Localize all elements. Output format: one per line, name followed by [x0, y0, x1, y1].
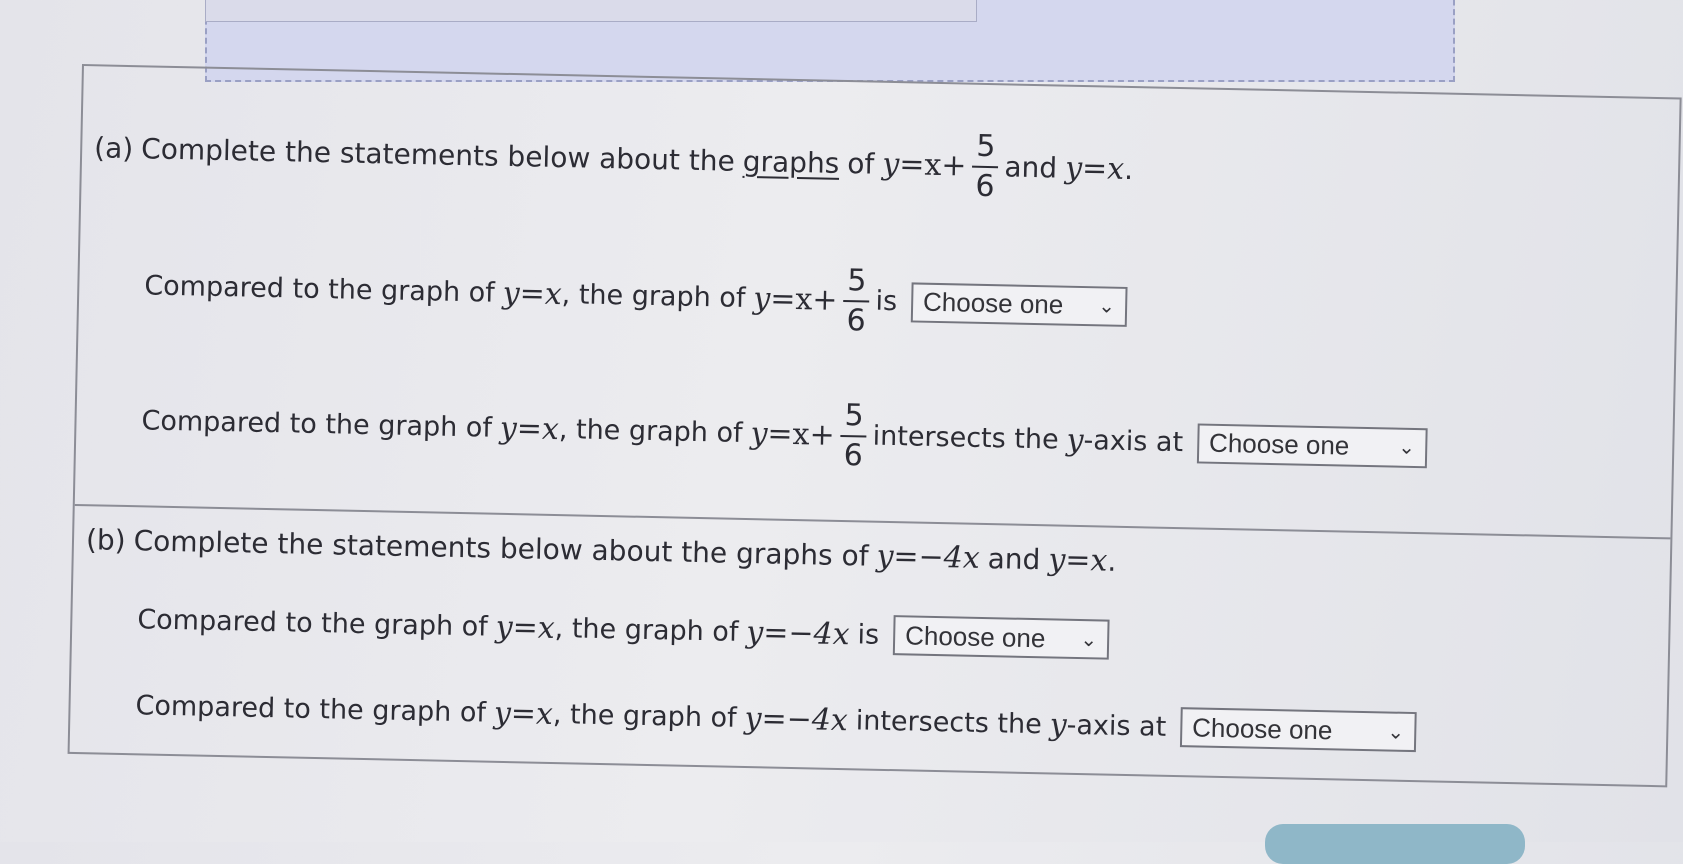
equation-lhs: y [881, 146, 900, 183]
fraction-numerator: 5 [844, 398, 865, 434]
dropdown-value: Choose one [1208, 427, 1350, 461]
statement-text: Compared to the graph of [135, 689, 487, 729]
chevron-down-icon: ⌄ [1080, 628, 1098, 651]
equation-main: y=−4x [744, 700, 849, 738]
equation-rhs: =x+ [898, 147, 967, 184]
fraction-five-sixths: 5 6 [840, 398, 867, 473]
chevron-down-icon: ⌄ [1398, 436, 1416, 459]
fraction-denominator: 6 [975, 168, 995, 204]
equation-lhs: y [750, 416, 768, 452]
statement-suffix: is [875, 285, 898, 318]
statement-text: , the graph of [558, 414, 743, 449]
part-a-section: (a) Complete the statements below about … [74, 66, 1680, 540]
chevron-down-icon: ⌄ [1387, 720, 1405, 744]
period: . [1123, 152, 1134, 187]
graphs-link[interactable]: graphs [742, 145, 839, 180]
part-a-intro-and: and [1004, 150, 1058, 185]
part-b-statement-1: Compared to the graph of y=x , the graph… [137, 599, 1110, 660]
top-panel-inner [205, 0, 977, 22]
equation-main: y=−4x [876, 538, 981, 576]
choose-one-dropdown-a1[interactable]: Choose one ⌄ [910, 281, 1128, 327]
bottom-button[interactable] [1265, 824, 1525, 864]
axis-variable: y [1049, 706, 1068, 743]
fraction-five-sixths: 5 6 [843, 263, 870, 338]
equation-rhs: =x+ [767, 416, 836, 453]
choose-one-dropdown-a2[interactable]: Choose one ⌄ [1196, 422, 1428, 468]
reference-equation: y=x [1064, 150, 1125, 187]
fraction-numerator: 5 [847, 263, 867, 299]
reference-equation: y=x [499, 410, 560, 448]
part-b-intro-text: Complete the statements below about the … [133, 524, 869, 573]
statement-text: Compared to the graph of [137, 603, 489, 643]
equation-main: y=−4x [746, 614, 850, 652]
choose-one-dropdown-b1[interactable]: Choose one ⌄ [892, 615, 1110, 660]
reference-equation: y=x [493, 695, 554, 732]
reference-equation: y=x [502, 275, 563, 313]
choose-one-dropdown-b2[interactable]: Choose one ⌄ [1179, 707, 1417, 753]
reference-equation: y=x [1048, 542, 1108, 579]
part-a-label: (a) [93, 131, 134, 166]
fraction-numerator: 5 [975, 128, 996, 165]
dropdown-value: Choose one [922, 286, 1064, 320]
part-b-label: (b) [85, 523, 127, 558]
dropdown-value: Choose one [1191, 711, 1333, 745]
axis-variable: y [1066, 422, 1084, 459]
dropdown-value: Choose one [904, 619, 1046, 653]
fraction-denominator: 6 [843, 437, 864, 473]
statement-suffix: intersects the [872, 420, 1059, 456]
fraction-denominator: 6 [846, 302, 867, 338]
equation-lhs: y [753, 281, 771, 317]
statement-text: Compared to the graph of [144, 270, 496, 309]
part-a-statement-1: Compared to the graph of y=x , the graph… [144, 250, 1128, 342]
part-a-intro: (a) Complete the statements below about … [94, 112, 1134, 205]
statement-text: , the graph of [552, 698, 737, 734]
statement-suffix: -axis at [1083, 425, 1184, 459]
statement-text: , the graph of [561, 279, 746, 314]
part-b-intro-and: and [987, 542, 1041, 577]
fraction-five-sixths: 5 6 [972, 128, 999, 204]
period: . [1107, 544, 1117, 578]
part-b-intro: (b) Complete the statements below about … [86, 522, 1117, 579]
part-a-intro-of: of [847, 147, 875, 181]
statement-suffix: -axis at [1066, 709, 1167, 743]
chevron-down-icon: ⌄ [1098, 295, 1116, 318]
part-a-intro-text: Complete the statements below about the [140, 132, 736, 178]
part-b-section: (b) Complete the statements below about … [70, 506, 1671, 785]
part-a-statement-2: Compared to the graph of y=x , the graph… [141, 385, 1428, 483]
statement-text: Compared to the graph of [141, 405, 493, 444]
equation-rhs: =x+ [769, 281, 838, 318]
question-box: (a) Complete the statements below about … [67, 64, 1682, 788]
statement-suffix: is [857, 618, 880, 651]
part-b-statement-2: Compared to the graph of y=x , the graph… [135, 685, 1417, 753]
statement-suffix: intersects the [855, 704, 1043, 740]
statement-text: , the graph of [554, 612, 739, 648]
reference-equation: y=x [495, 609, 556, 646]
